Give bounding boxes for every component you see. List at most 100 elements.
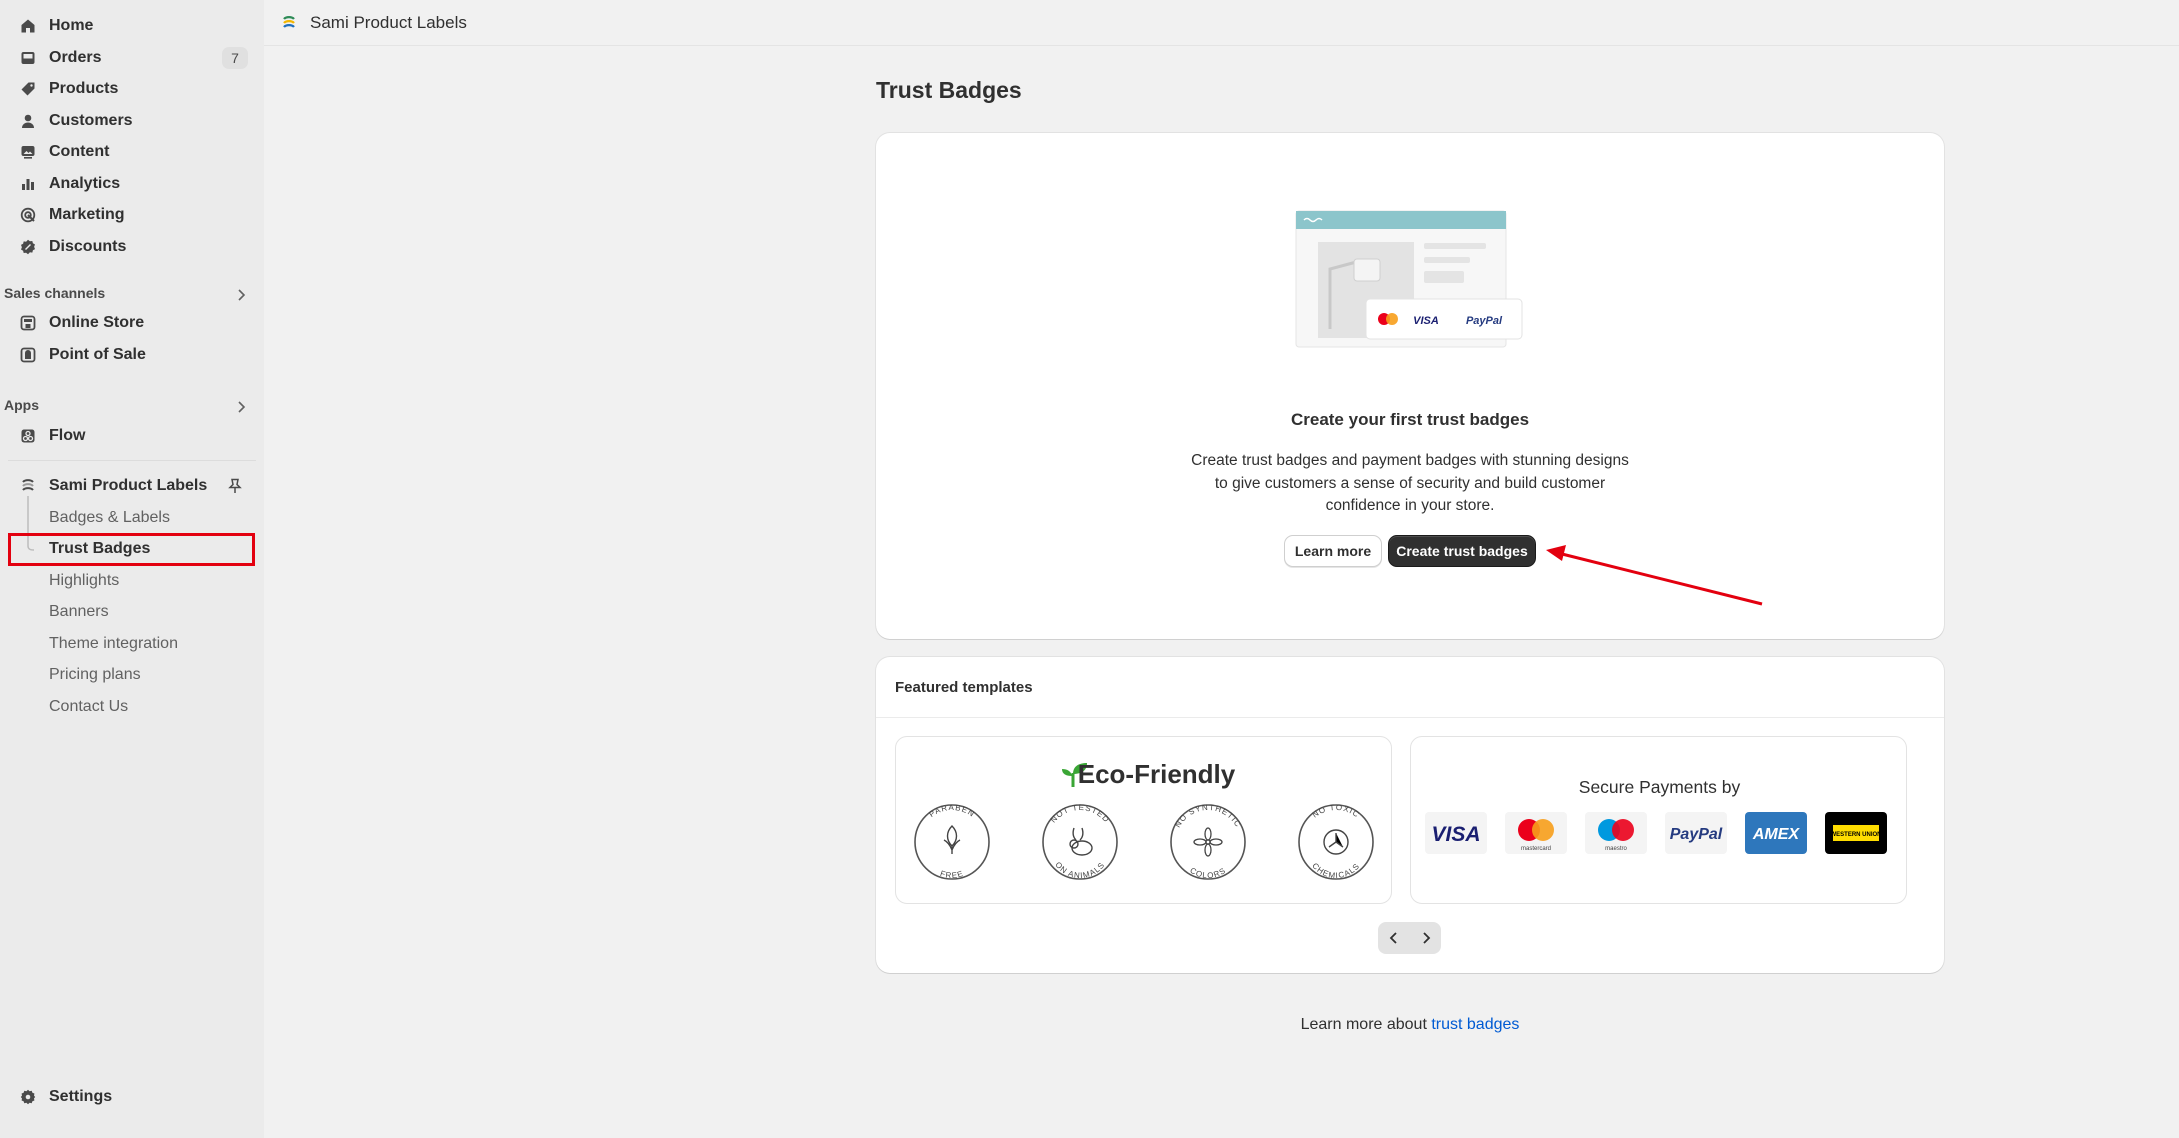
nav-content[interactable]: Content xyxy=(0,137,264,167)
home-icon xyxy=(21,19,35,33)
footer-text: Learn more about xyxy=(1300,1016,1432,1033)
nav-label: Orders xyxy=(49,49,102,66)
nav-products[interactable]: Products xyxy=(0,74,264,104)
sidebar: Home Orders 7 Products Customers Content… xyxy=(0,0,264,1138)
create-trust-badges-button[interactable]: Create trust badges xyxy=(1388,535,1536,567)
top-bar: Sami Product Labels xyxy=(264,0,2179,46)
payments-template-title: Secure Payments by xyxy=(1578,777,1741,797)
sami-app-icon xyxy=(22,479,34,491)
pager-next-button[interactable] xyxy=(1410,922,1441,954)
inbox-icon xyxy=(21,52,35,64)
eco-badges-row: PARABEN FREE NOT TESTED ON ANIMALS NO SY… xyxy=(914,803,1374,880)
paypal-logo: PayPal xyxy=(1665,812,1727,854)
sub-item-highlights[interactable]: Highlights xyxy=(49,572,119,590)
trust-badges-illustration: VISA PayPal xyxy=(1295,210,1523,348)
person-icon xyxy=(22,114,34,128)
empty-state-card: VISA PayPal Create your first trust badg… xyxy=(876,133,1944,639)
empty-state-title: Create your first trust badges xyxy=(1290,410,1530,429)
sales-channels-heading[interactable]: Sales channels xyxy=(4,285,105,301)
flow-icon xyxy=(21,429,35,443)
sidebar-divider xyxy=(8,460,256,461)
template-eco-friendly[interactable]: Eco-Friendly PARABEN FREE NOT TESTED ON … xyxy=(895,736,1392,904)
nav-label: Analytics xyxy=(49,175,121,192)
chevron-right-icon xyxy=(1422,932,1430,944)
nav-online-store[interactable]: Online Store xyxy=(0,308,264,338)
target-icon xyxy=(20,207,36,223)
page-title: Trust Badges xyxy=(876,77,1022,103)
nav-home[interactable]: Home xyxy=(0,11,264,41)
eco-template-title: Eco-Friendly xyxy=(1077,759,1236,789)
bar-chart-icon xyxy=(22,179,34,190)
nav-label: Marketing xyxy=(49,206,125,223)
pos-icon xyxy=(20,347,36,363)
illustration-visa-label: VISA xyxy=(1413,315,1439,327)
nav-settings[interactable]: Settings xyxy=(0,1082,264,1112)
nav-label: Settings xyxy=(49,1088,113,1105)
nav-analytics[interactable]: Analytics xyxy=(0,169,264,199)
gear-icon xyxy=(20,1089,36,1105)
nav-point-of-sale[interactable]: Point of Sale xyxy=(0,340,264,370)
nav-flow[interactable]: Flow xyxy=(0,421,264,451)
nav-label: Products xyxy=(49,80,119,97)
trust-badges-help-link[interactable]: trust badges xyxy=(1431,1016,1519,1033)
badge-not-tested-on-animals: NOT TESTED ON ANIMALS xyxy=(1042,803,1118,880)
featured-templates-title: Featured templates xyxy=(895,679,1033,696)
learn-more-button[interactable]: Learn more xyxy=(1284,535,1382,567)
chevron-right-icon[interactable] xyxy=(236,288,246,302)
badge-no-synthetic-colors: NO SYNTHETIC COLORS xyxy=(1170,803,1246,880)
nav-marketing[interactable]: Marketing xyxy=(0,200,264,230)
svg-text:maestro: maestro xyxy=(1605,846,1627,852)
orders-count-badge: 7 xyxy=(222,47,248,69)
sami-logo-icon xyxy=(283,16,295,28)
footer-help: Learn more about trust badges xyxy=(1301,1016,1520,1034)
sub-item-badges-labels[interactable]: Badges & Labels xyxy=(49,509,170,527)
nav-label: Online Store xyxy=(49,314,145,331)
card-divider xyxy=(876,717,1944,718)
image-icon xyxy=(21,146,35,159)
store-icon xyxy=(20,315,36,331)
nav-customers[interactable]: Customers xyxy=(0,106,264,136)
western-union-logo: WESTERN UNION xyxy=(1825,812,1887,854)
mastercard-logo: mastercard xyxy=(1505,812,1567,854)
template-secure-payments[interactable]: Secure Payments by VISA mastercard maest… xyxy=(1410,736,1907,904)
nav-label: Sami Product Labels xyxy=(49,477,208,494)
discount-icon xyxy=(21,239,35,255)
maestro-logo: maestro xyxy=(1585,812,1647,854)
pager-prev-button[interactable] xyxy=(1378,922,1409,954)
featured-templates-card: Featured templates Eco-Friendly PARABEN … xyxy=(876,657,1944,973)
annotation-arrow xyxy=(1546,545,1763,606)
visa-logo: VISA xyxy=(1425,812,1487,854)
empty-state-description: Create trust badges and payment badges w… xyxy=(1191,452,1629,514)
template-pager xyxy=(1378,922,1441,954)
sub-item-banners[interactable]: Banners xyxy=(49,603,109,621)
chevron-left-icon xyxy=(1389,932,1397,944)
nav-label: Flow xyxy=(49,427,86,444)
nav-label: Customers xyxy=(49,112,133,129)
svg-text:PayPal: PayPal xyxy=(1670,826,1723,843)
apps-heading[interactable]: Apps xyxy=(4,397,39,413)
app-title: Sami Product Labels xyxy=(310,13,467,32)
badge-paraben-free: PARABEN FREE xyxy=(914,803,990,880)
badge-no-toxic-chemicals: NO TOXIC CHEMICALS xyxy=(1298,803,1374,880)
illustration-paypal-label: PayPal xyxy=(1466,315,1503,327)
payment-logos-row: VISA mastercard maestro PayPal AMEX WEST… xyxy=(1425,812,1887,854)
sub-item-theme-integration[interactable]: Theme integration xyxy=(49,635,178,653)
svg-text:WESTERN UNION: WESTERN UNION xyxy=(1831,832,1882,838)
svg-text:VISA: VISA xyxy=(1431,823,1480,846)
chevron-right-icon[interactable] xyxy=(236,400,246,414)
nav-label: Point of Sale xyxy=(49,346,146,363)
sub-item-pricing-plans[interactable]: Pricing plans xyxy=(49,666,141,684)
annotation-highlight-box xyxy=(8,533,255,566)
nav-orders[interactable]: Orders 7 xyxy=(0,43,264,73)
tag-icon xyxy=(21,82,35,96)
nav-label: Content xyxy=(49,143,110,160)
nav-label: Home xyxy=(49,17,94,34)
nav-discounts[interactable]: Discounts xyxy=(0,232,264,262)
sub-item-contact-us[interactable]: Contact Us xyxy=(49,698,128,716)
svg-text:mastercard: mastercard xyxy=(1521,846,1551,852)
nav-label: Discounts xyxy=(49,238,127,255)
nav-sami-product-labels[interactable]: Sami Product Labels xyxy=(0,471,264,501)
svg-text:AMEX: AMEX xyxy=(1752,826,1801,843)
pin-icon[interactable] xyxy=(228,478,242,494)
amex-logo: AMEX xyxy=(1745,812,1807,854)
